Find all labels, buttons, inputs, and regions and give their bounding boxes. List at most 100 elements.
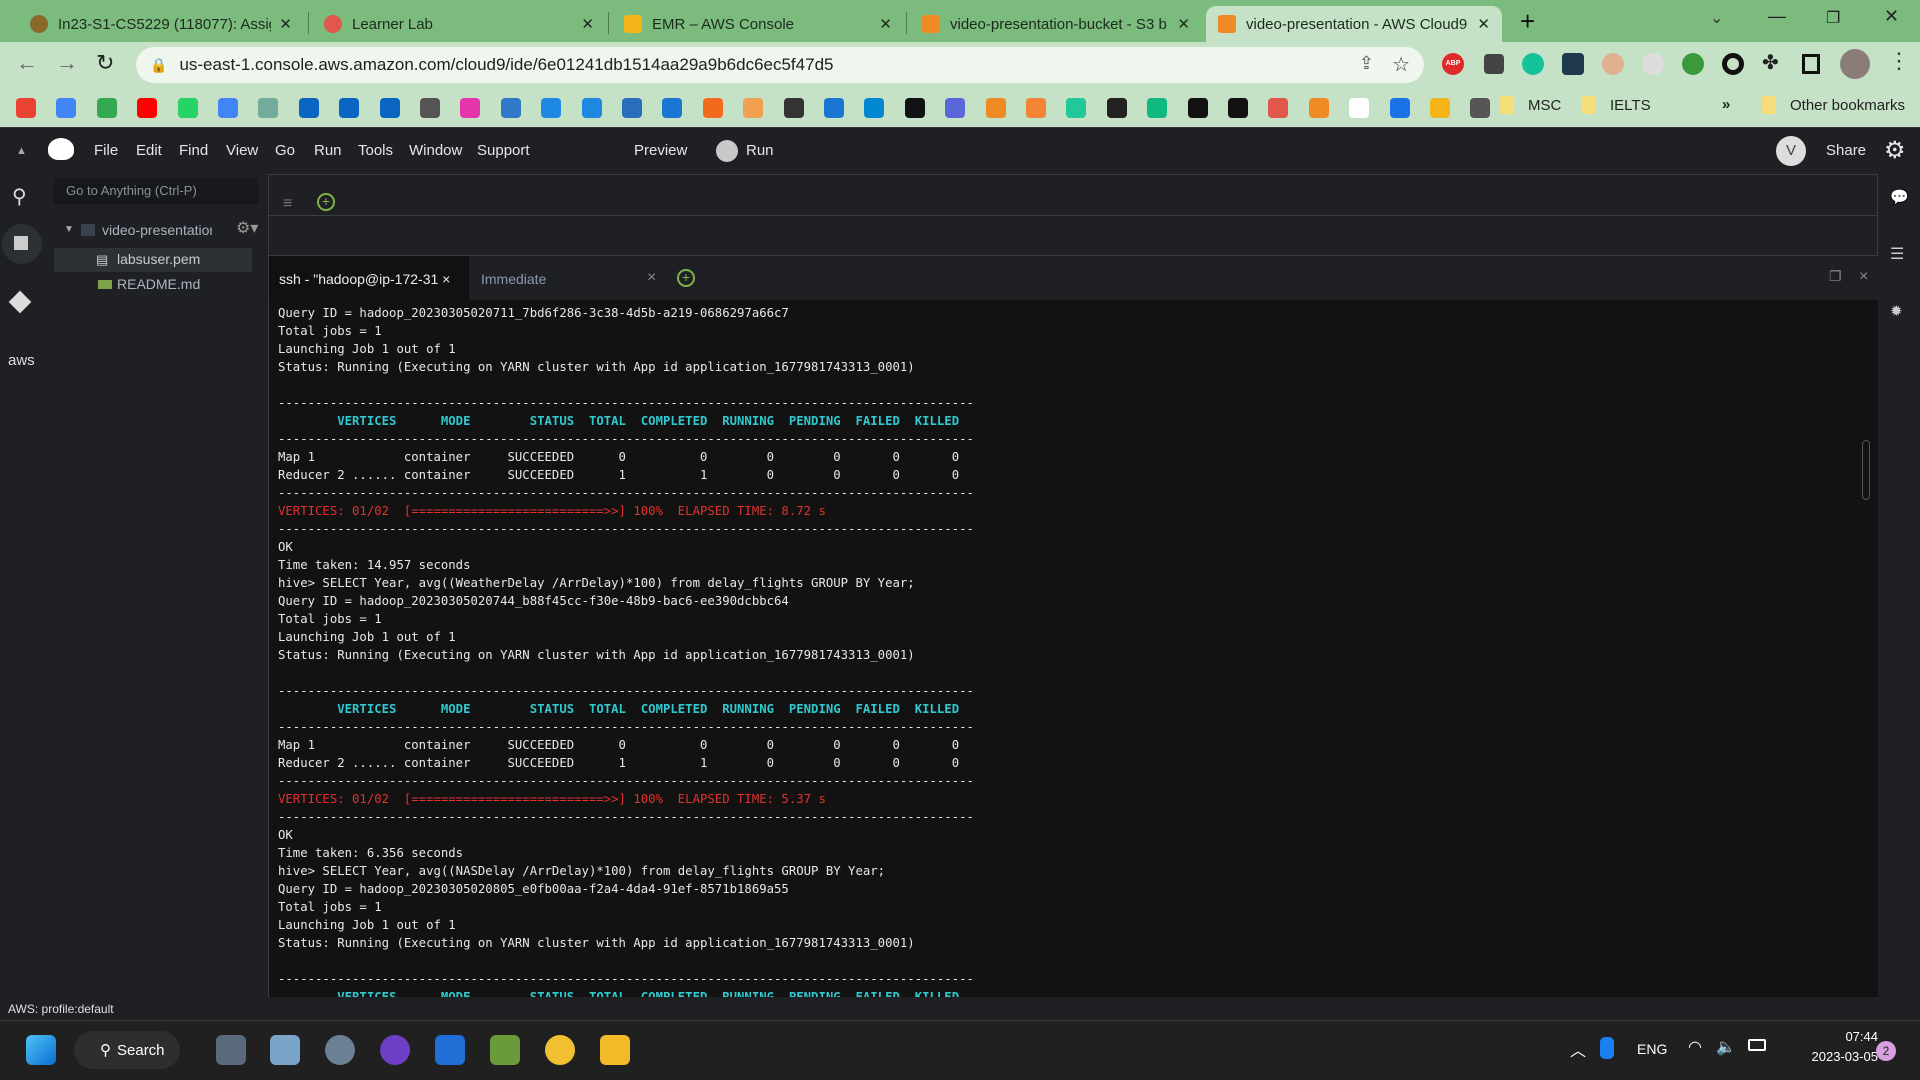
tab-search-icon[interactable]: ⌄: [1710, 8, 1723, 28]
bookmark-calendar-icon[interactable]: [56, 98, 77, 118]
bookmark-gear-badge-icon[interactable]: [1430, 98, 1450, 118]
chevron-down-icon[interactable]: ▼: [64, 224, 74, 235]
bookmark-meet-icon[interactable]: [96, 98, 117, 118]
tab-immediate[interactable]: Immediate: [481, 271, 546, 287]
bookmark-json-icon[interactable]: [864, 98, 885, 118]
bookmark-slack-icon[interactable]: [904, 98, 925, 118]
browser-tab[interactable]: In23-S1-CS5229 (118077): Assign ✕: [18, 6, 304, 42]
bookmark-translate-icon[interactable]: [218, 98, 238, 118]
menu-view[interactable]: View: [226, 142, 258, 159]
close-panel-icon[interactable]: ×: [1859, 268, 1868, 286]
bookmark-check-icon[interactable]: [824, 98, 844, 118]
volume-icon[interactable]: 🔈: [1716, 1037, 1736, 1057]
bookmark-drawio-icon[interactable]: [985, 98, 1006, 118]
share-button[interactable]: Share: [1826, 142, 1866, 159]
bookmark-badge-icon[interactable]: [1106, 98, 1127, 118]
bookmark-cube-icon[interactable]: [541, 98, 562, 118]
task-view-icon[interactable]: [216, 1035, 246, 1065]
battery-icon[interactable]: [1748, 1039, 1766, 1051]
close-tab-icon[interactable]: ✕: [279, 15, 292, 33]
back-icon[interactable]: ←: [16, 50, 38, 76]
bookmark-linkedin-icon[interactable]: [298, 98, 319, 118]
git-icon[interactable]: [8, 290, 32, 314]
aws-icon[interactable]: aws: [8, 352, 35, 369]
menu-edit[interactable]: Edit: [136, 142, 162, 159]
terminal-scrollbar[interactable]: [1862, 440, 1870, 500]
bookmark-github-icon[interactable]: [783, 98, 804, 118]
clock-time[interactable]: 07:44: [1828, 1029, 1878, 1044]
run-play-icon[interactable]: [716, 140, 738, 162]
wifi-icon[interactable]: ◠: [1688, 1037, 1702, 1057]
pane-menu-icon[interactable]: ≡: [283, 195, 292, 213]
tree-folder[interactable]: video-presentation: [102, 222, 212, 238]
collaborate-icon[interactable]: 💬: [1890, 188, 1909, 206]
menu-support[interactable]: Support: [477, 142, 530, 159]
bookmark-cb-icon[interactable]: [1349, 98, 1370, 118]
bookmark-aws-box-icon[interactable]: [1308, 98, 1329, 118]
close-window-button[interactable]: ✕: [1884, 6, 1899, 27]
browser-tab[interactable]: EMR – AWS Console ✕: [612, 6, 904, 42]
url-text[interactable]: us-east-1.console.aws.amazon.com/cloud9/…: [179, 55, 833, 75]
close-tab-icon[interactable]: ✕: [879, 15, 892, 33]
outline-icon[interactable]: ☰: [1890, 244, 1904, 264]
bookmark-globe-icon[interactable]: [662, 98, 683, 118]
tree-file[interactable]: README.md: [117, 276, 200, 292]
bookmark-typescript-icon[interactable]: [500, 98, 521, 118]
search-icon[interactable]: ⚲: [12, 184, 27, 209]
idm-icon[interactable]: [1682, 53, 1704, 75]
browser-tab[interactable]: Learner Lab ✕: [312, 6, 606, 42]
grammarly-icon[interactable]: [1522, 53, 1544, 75]
user-avatar[interactable]: V: [1776, 136, 1806, 166]
bookmark-dcode-icon[interactable]: [1066, 98, 1087, 118]
taskbar-search[interactable]: ⚲ Search: [74, 1031, 180, 1069]
cloud9-logo-icon[interactable]: [48, 138, 74, 160]
bookmark-star-icon[interactable]: ☆: [1392, 52, 1410, 77]
menu-kebab-icon[interactable]: ⋮: [1888, 48, 1910, 74]
close-tab-icon[interactable]: ✕: [1477, 15, 1490, 33]
bookmark-cube-icon[interactable]: [581, 98, 602, 118]
menu-window[interactable]: Window: [409, 142, 462, 159]
bookmark-learnerlab-icon[interactable]: [1268, 98, 1289, 118]
add-terminal-icon[interactable]: +: [677, 269, 695, 287]
bookmark-youtube-icon[interactable]: [137, 98, 158, 118]
webstorm-icon[interactable]: [435, 1035, 465, 1065]
bluetooth-icon[interactable]: [1600, 1037, 1614, 1059]
menu-tools[interactable]: Tools: [358, 142, 393, 159]
preview-button[interactable]: Preview: [634, 142, 687, 159]
bookmark-chevron-icon[interactable]: [1470, 98, 1491, 118]
file-explorer-icon[interactable]: [600, 1035, 630, 1065]
close-tab-icon[interactable]: ✕: [1177, 15, 1190, 33]
share-icon[interactable]: ⇪: [1359, 53, 1374, 74]
extensions-puzzle-icon[interactable]: ✤: [1762, 50, 1779, 75]
menu-run[interactable]: Run: [314, 142, 342, 159]
extension-icon[interactable]: [1602, 53, 1624, 75]
bookmark-folder-ielts[interactable]: IELTS: [1582, 96, 1651, 114]
bookmark-braces-icon[interactable]: [743, 98, 764, 118]
restore-button[interactable]: ❐: [1826, 8, 1840, 28]
bookmark-whatsapp-icon[interactable]: [177, 98, 198, 118]
menu-file[interactable]: File: [94, 142, 118, 159]
bookmark-folder-msc[interactable]: MSC: [1500, 96, 1561, 114]
maximize-icon[interactable]: ❐: [1829, 268, 1842, 285]
bookmark-scrimba-icon[interactable]: [1147, 98, 1168, 118]
terminal-output[interactable]: Query ID = hadoop_20230305020711_7bd6f28…: [268, 300, 1878, 997]
minimize-button[interactable]: —: [1768, 6, 1786, 27]
adblock-icon[interactable]: ABP: [1442, 53, 1464, 75]
clock-date[interactable]: 2023-03-05: [1788, 1049, 1879, 1064]
menu-find[interactable]: Find: [179, 142, 208, 159]
extension-icon[interactable]: [1642, 53, 1664, 75]
add-tab-icon[interactable]: +: [317, 193, 335, 211]
notification-badge[interactable]: 2: [1876, 1041, 1896, 1061]
bookmark-pen-icon[interactable]: [622, 98, 642, 118]
browser-tab[interactable]: video-presentation-bucket - S3 b ✕: [910, 6, 1202, 42]
close-tab-icon[interactable]: ✕: [581, 15, 594, 33]
go-to-anything-input[interactable]: Go to Anything (Ctrl-P): [54, 178, 258, 204]
other-bookmarks[interactable]: Other bookmarks: [1762, 96, 1905, 114]
photos-icon[interactable]: [270, 1035, 300, 1065]
github-desktop-icon[interactable]: [380, 1035, 410, 1065]
bookmark-linkedin-icon[interactable]: [379, 98, 400, 118]
tree-settings-gear-icon[interactable]: ⚙▾: [236, 218, 258, 238]
bookmark-graphql-icon[interactable]: [460, 98, 481, 118]
debugger-icon[interactable]: ✹: [1890, 302, 1903, 320]
side-panel-icon[interactable]: [1802, 54, 1820, 74]
